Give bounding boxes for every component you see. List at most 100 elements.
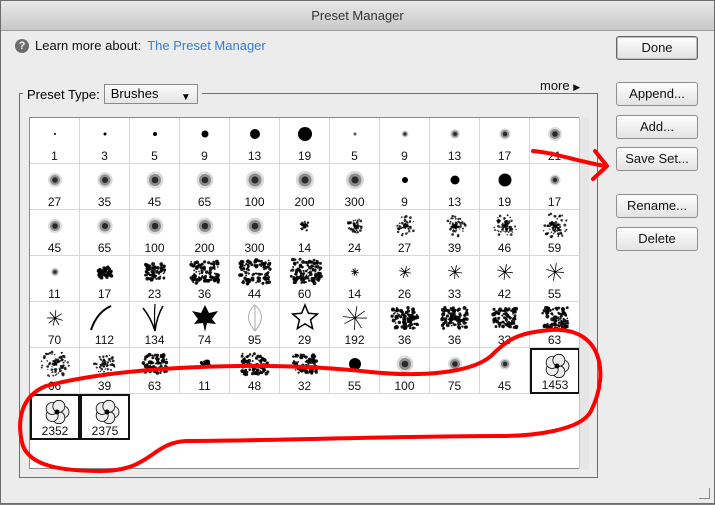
- brush-preset-4[interactable]: 13: [230, 118, 280, 164]
- brush-size-label: 36: [197, 287, 212, 301]
- brush-size-label: 192: [344, 333, 365, 347]
- brush-preset-20[interactable]: 19: [480, 164, 530, 210]
- brush-preset-18[interactable]: 9: [380, 164, 430, 210]
- brush-preset-43[interactable]: 55: [530, 256, 580, 302]
- brush-size-label: 27: [397, 241, 412, 255]
- rename-button[interactable]: Rename...: [616, 194, 698, 218]
- brush-preset-15[interactable]: 100: [230, 164, 280, 210]
- brush-preset-21[interactable]: 17: [530, 164, 580, 210]
- brush-preset-37[interactable]: 44: [230, 256, 280, 302]
- brush-preset-9[interactable]: 17: [480, 118, 530, 164]
- done-button[interactable]: Done: [616, 36, 698, 60]
- brush-preset-26[interactable]: 300: [230, 210, 280, 256]
- brush-size-label: 39: [447, 241, 462, 255]
- brush-preset-30[interactable]: 39: [430, 210, 480, 256]
- brush-preset-48[interactable]: 95: [230, 302, 280, 348]
- brush-preset-12[interactable]: 35: [80, 164, 130, 210]
- brush-preset-67[interactable]: 2375: [80, 394, 130, 440]
- brush-preset-32[interactable]: 59: [530, 210, 580, 256]
- brush-preset-41[interactable]: 33: [430, 256, 480, 302]
- brush-preset-36[interactable]: 36: [180, 256, 230, 302]
- brush-preset-47[interactable]: 74: [180, 302, 230, 348]
- brush-preset-31[interactable]: 46: [480, 210, 530, 256]
- brush-preset-54[interactable]: 63: [530, 302, 580, 348]
- brush-preset-35[interactable]: 23: [130, 256, 180, 302]
- grid-scrollbar[interactable]: [579, 117, 589, 469]
- brush-preset-28[interactable]: 24: [330, 210, 380, 256]
- save-set-button[interactable]: Save Set...: [616, 147, 698, 171]
- resize-grip-icon[interactable]: [699, 488, 710, 499]
- brush-size-label: 100: [244, 195, 265, 209]
- brush-preset-1[interactable]: 3: [80, 118, 130, 164]
- brush-preset-22[interactable]: 45: [30, 210, 80, 256]
- brush-preset-49[interactable]: 29: [280, 302, 330, 348]
- brush-preset-52[interactable]: 36: [430, 302, 480, 348]
- brush-size-label: 11: [198, 379, 211, 393]
- more-menu[interactable]: more ▶: [536, 78, 585, 93]
- brush-preset-33[interactable]: 11: [30, 256, 80, 302]
- brush-preset-13[interactable]: 45: [130, 164, 180, 210]
- brush-preset-3[interactable]: 9: [180, 118, 230, 164]
- brush-preset-61[interactable]: 55: [330, 348, 380, 394]
- brush-preset-25[interactable]: 200: [180, 210, 230, 256]
- brush-preset-23[interactable]: 65: [80, 210, 130, 256]
- brush-preset-24[interactable]: 100: [130, 210, 180, 256]
- brush-thumbnail: [153, 132, 157, 136]
- brush-preset-53[interactable]: 33: [480, 302, 530, 348]
- brush-preset-0[interactable]: 1: [30, 118, 80, 164]
- brush-preset-51[interactable]: 36: [380, 302, 430, 348]
- brush-thumbnail: [448, 265, 462, 280]
- brush-preset-grid[interactable]: 1 3 5 9 13 19 5 9 13 17 21 27 35 45 65 100 200 300 9 13 19 17…: [29, 117, 589, 469]
- brush-preset-27[interactable]: 14: [280, 210, 330, 256]
- brush-preset-64[interactable]: 45: [480, 348, 530, 394]
- brush-preset-19[interactable]: 13: [430, 164, 480, 210]
- brush-preset-44[interactable]: 70: [30, 302, 80, 348]
- brush-preset-7[interactable]: 9: [380, 118, 430, 164]
- brush-preset-2[interactable]: 5: [130, 118, 180, 164]
- brush-preset-39[interactable]: 14: [330, 256, 380, 302]
- brush-size-label: 75: [447, 379, 462, 393]
- brush-preset-56[interactable]: 39: [80, 348, 130, 394]
- preset-manager-help-link[interactable]: The Preset Manager: [147, 38, 266, 53]
- preset-type-select[interactable]: Brushes ▼: [103, 84, 198, 104]
- brush-preset-40[interactable]: 26: [380, 256, 430, 302]
- brush-preset-34[interactable]: 17: [80, 256, 130, 302]
- brush-preset-45[interactable]: 112: [80, 302, 130, 348]
- brush-preset-58[interactable]: 11: [180, 348, 230, 394]
- delete-button[interactable]: Delete: [616, 227, 698, 251]
- brush-size-label: 45: [497, 379, 512, 393]
- brush-preset-60[interactable]: 32: [280, 348, 330, 394]
- brush-preset-17[interactable]: 300: [330, 164, 380, 210]
- brush-preset-42[interactable]: 42: [480, 256, 530, 302]
- brush-size-label: 19: [497, 195, 512, 209]
- brush-preset-5[interactable]: 19: [280, 118, 330, 164]
- brush-size-label: 33: [447, 287, 462, 301]
- brush-preset-8[interactable]: 13: [430, 118, 480, 164]
- brush-thumbnail: [493, 214, 517, 236]
- brush-preset-59[interactable]: 48: [230, 348, 280, 394]
- add-button[interactable]: Add...: [616, 115, 698, 139]
- brush-preset-50[interactable]: 192: [330, 302, 380, 348]
- append-button[interactable]: Append...: [616, 82, 698, 106]
- brush-preset-62[interactable]: 100: [380, 348, 430, 394]
- brush-preset-66[interactable]: 2352: [30, 394, 80, 440]
- brush-preset-10[interactable]: 21: [530, 118, 580, 164]
- brush-preset-29[interactable]: 27: [380, 210, 430, 256]
- brush-preset-57[interactable]: 63: [130, 348, 180, 394]
- brush-preset-63[interactable]: 75: [430, 348, 480, 394]
- brush-thumbnail: [40, 350, 70, 378]
- brush-size-label: 2375: [91, 424, 119, 438]
- brush-preset-55[interactable]: 66: [30, 348, 80, 394]
- brush-size-label: 14: [297, 241, 312, 255]
- brush-preset-38[interactable]: 60: [280, 256, 330, 302]
- brush-size-label: 45: [47, 241, 62, 255]
- brush-preset-6[interactable]: 5: [330, 118, 380, 164]
- brush-preset-46[interactable]: 134: [130, 302, 180, 348]
- brush-preset-16[interactable]: 200: [280, 164, 330, 210]
- brush-preset-14[interactable]: 65: [180, 164, 230, 210]
- brush-size-label: 21: [547, 149, 562, 163]
- brush-preset-65[interactable]: 1453: [530, 348, 580, 394]
- brush-preset-11[interactable]: 27: [30, 164, 80, 210]
- brush-thumbnail: [448, 357, 462, 371]
- brush-thumbnail: [499, 128, 511, 140]
